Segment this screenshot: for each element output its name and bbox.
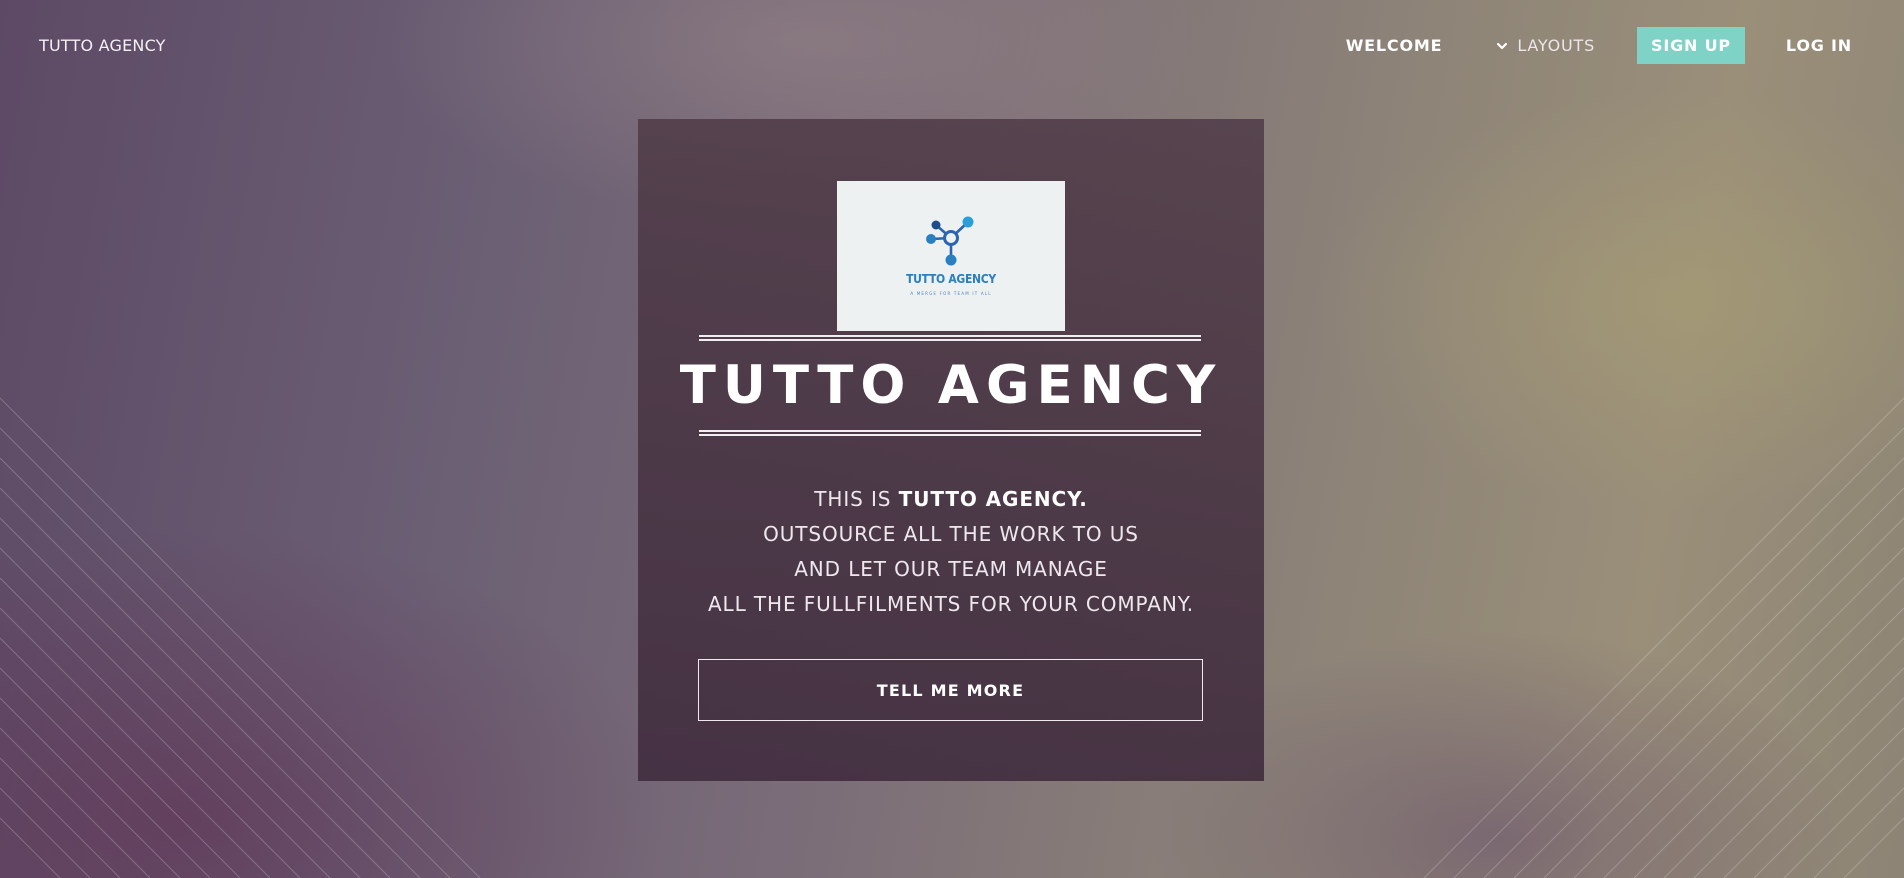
hero-card: TUTTO AGENCY A MERGE FOR TEAM IT ALL TUT… xyxy=(638,119,1264,781)
description-line-4: ALL THE FULLFILMENTS FOR YOUR COMPANY. xyxy=(707,592,1195,616)
login-link[interactable]: LOG IN xyxy=(1786,36,1852,55)
tell-me-more-button[interactable]: TELL ME MORE xyxy=(698,659,1203,721)
nav-welcome[interactable]: WELCOME xyxy=(1346,36,1443,55)
intro-bold: TUTTO AGENCY. xyxy=(898,487,1088,511)
logo-wordmark: TUTTO AGENCY xyxy=(906,272,996,286)
top-nav: WELCOME LAYOUTS SIGN UP LOG IN xyxy=(1346,27,1852,64)
hero-description: THIS IS TUTTO AGENCY. OUTSOURCE ALL THE … xyxy=(638,482,1264,622)
nav-layouts-label: LAYOUTS xyxy=(1517,36,1596,55)
title-divider-top xyxy=(699,335,1201,341)
intro-prefix: THIS IS xyxy=(814,487,892,511)
brand-link[interactable]: TUTTO AGENCY xyxy=(39,36,166,55)
page-title: TUTTO AGENCY xyxy=(679,355,1223,416)
description-line-3: AND LET OUR TEAM MANAGE xyxy=(794,557,1108,581)
signup-button[interactable]: SIGN UP xyxy=(1637,27,1745,64)
intro-line: THIS IS TUTTO AGENCY. xyxy=(638,482,1264,517)
agency-logo: TUTTO AGENCY A MERGE FOR TEAM IT ALL xyxy=(837,181,1065,331)
molecule-network-icon xyxy=(926,216,974,266)
chevron-down-icon xyxy=(1497,42,1508,49)
nav-layouts-dropdown[interactable]: LAYOUTS xyxy=(1496,36,1595,55)
logo-tagline: A MERGE FOR TEAM IT ALL xyxy=(910,291,992,296)
title-divider-bottom xyxy=(699,430,1201,436)
description-line-2: OUTSOURCE ALL THE WORK TO US xyxy=(763,522,1139,546)
